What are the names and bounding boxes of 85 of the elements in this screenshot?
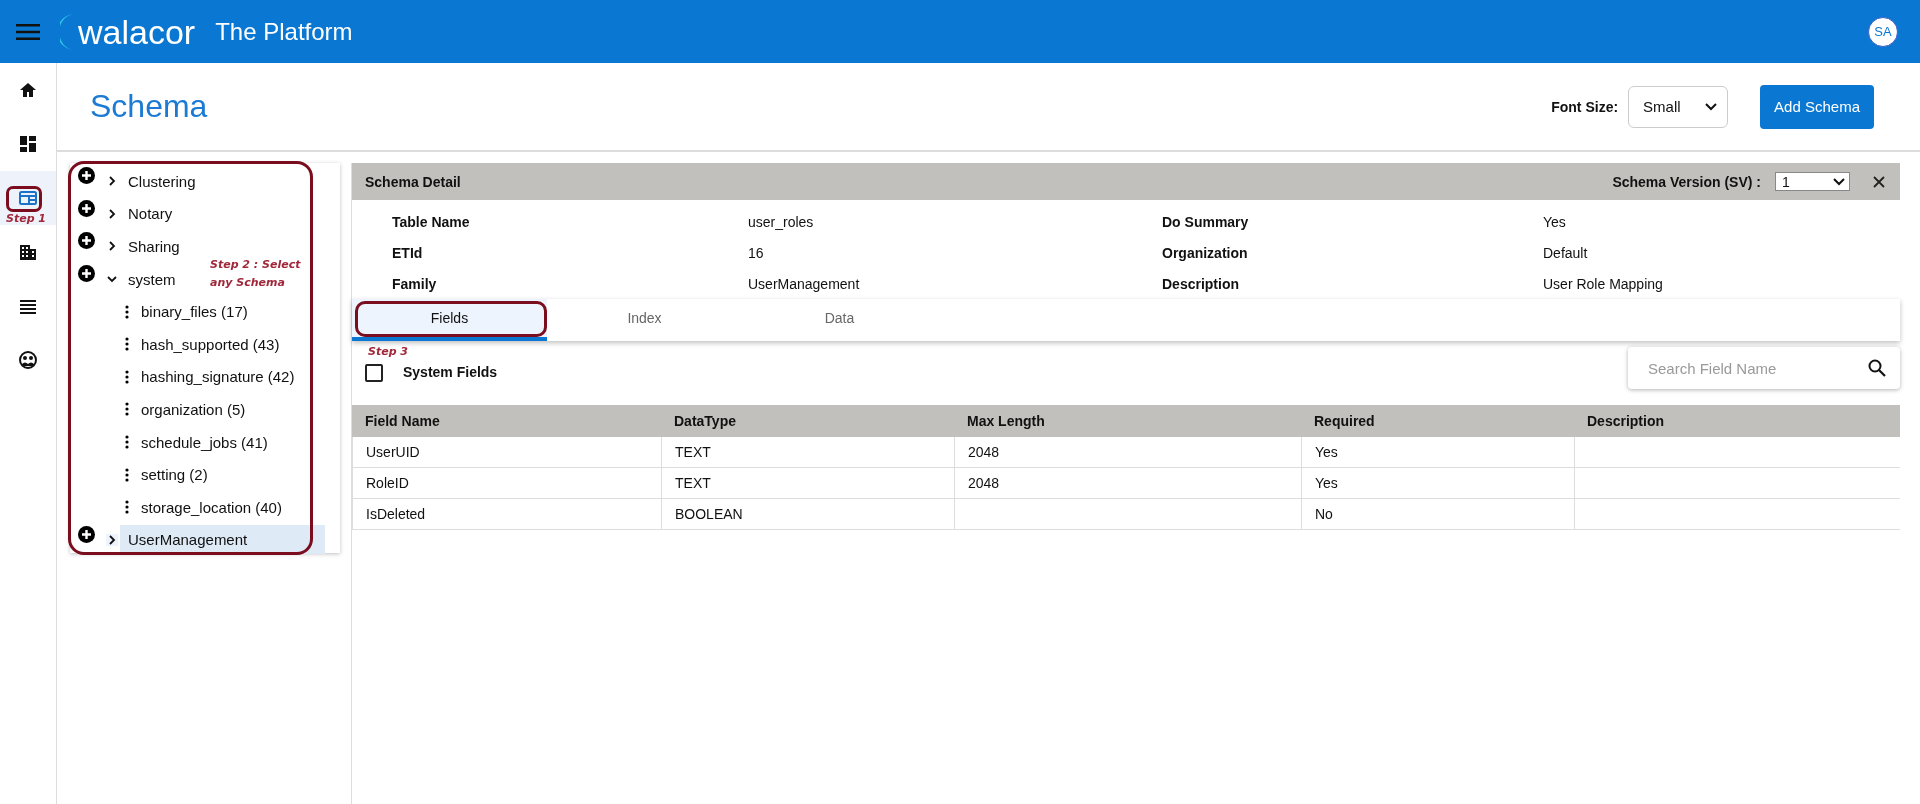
- checkbox[interactable]: [365, 364, 383, 382]
- table-cell: TEXT: [661, 468, 954, 498]
- add-icon[interactable]: [78, 232, 95, 250]
- column-header: Required: [1313, 412, 1376, 431]
- tree-item[interactable]: system: [120, 264, 184, 294]
- more-icon[interactable]: [125, 500, 129, 515]
- table-cell: No: [1301, 499, 1574, 529]
- field-value: Yes: [1543, 212, 1567, 232]
- field-label: Table Name: [392, 212, 471, 232]
- table-cell: Yes: [1301, 468, 1574, 498]
- add-icon[interactable]: [78, 199, 95, 217]
- search-icon: [1868, 359, 1886, 377]
- nav-item[interactable]: Step 1: [0, 171, 56, 225]
- home-icon: [18, 80, 38, 100]
- search-field[interactable]: Search Field Name: [1628, 347, 1900, 389]
- tree-item[interactable]: storage_location (40): [141, 498, 282, 516]
- table-cell: 2048: [954, 468, 1301, 498]
- annotation-label: Step 3: [368, 345, 408, 358]
- more-icon[interactable]: [125, 304, 129, 319]
- chevron-icon[interactable]: [106, 175, 118, 188]
- user-avatar[interactable]: SA: [1868, 16, 1898, 47]
- more-icon[interactable]: [125, 435, 129, 450]
- caret-icon: [1705, 102, 1718, 111]
- add-schema-button[interactable]: Add Schema: [1760, 84, 1874, 129]
- building-icon: [18, 242, 38, 262]
- font-size-label: Font Size:: [1551, 98, 1619, 115]
- chevron-icon[interactable]: [106, 240, 118, 253]
- tree-item[interactable]: hash_supported (43): [141, 335, 280, 353]
- checkbox-label: System Fields: [403, 364, 499, 380]
- field-value: UserManagement: [748, 274, 861, 294]
- tree-item[interactable]: UserManagement: [120, 525, 325, 555]
- more-icon[interactable]: [125, 467, 129, 482]
- tree-item[interactable]: hashing_signature (42): [141, 368, 295, 386]
- more-icon[interactable]: [125, 402, 129, 417]
- annotation-outline: [6, 186, 42, 212]
- annotation-label: Step 1: [6, 212, 46, 225]
- field-value: 16: [748, 243, 765, 263]
- window-icon: [18, 188, 38, 208]
- tree-item[interactable]: binary_files (17): [141, 303, 248, 321]
- add-icon[interactable]: [78, 264, 95, 282]
- tree-item[interactable]: organization (5): [141, 400, 246, 418]
- column-header: Max Length: [966, 412, 1046, 431]
- table-cell: UserUID: [352, 437, 661, 467]
- table-cell: Yes: [1301, 437, 1574, 467]
- tree-item[interactable]: Sharing: [120, 232, 188, 261]
- table-cell: BOOLEAN: [661, 499, 954, 529]
- tree-item[interactable]: schedule_jobs (41): [141, 433, 268, 451]
- more-icon[interactable]: [125, 337, 129, 352]
- field-label: Organization: [1162, 243, 1249, 263]
- font-size-select[interactable]: Small: [1628, 85, 1729, 128]
- caret-icon: [1833, 177, 1845, 186]
- dashboard-icon: [18, 134, 38, 154]
- table-cell: IsDeleted: [352, 499, 661, 529]
- more-icon[interactable]: [125, 369, 129, 384]
- chevron-icon[interactable]: [106, 207, 118, 220]
- table-cell: RoleID: [352, 468, 661, 498]
- close-button[interactable]: [1872, 174, 1886, 189]
- add-icon[interactable]: [78, 525, 95, 543]
- brand-logo: walacor: [77, 11, 196, 52]
- field-value: Default: [1543, 243, 1589, 263]
- tree-item[interactable]: Notary: [120, 199, 181, 229]
- tree-item[interactable]: Clustering: [120, 166, 204, 196]
- field-value: user_roles: [748, 212, 815, 232]
- annotation-label: Step 2 : Select any Schema: [210, 257, 302, 291]
- version-select[interactable]: 1: [1775, 172, 1850, 191]
- add-icon[interactable]: [78, 167, 95, 184]
- field-label: ETId: [392, 243, 424, 263]
- field-value: User Role Mapping: [1543, 274, 1664, 294]
- column-header: DataType: [673, 412, 737, 431]
- app-title: The Platform: [215, 17, 353, 46]
- menu-button[interactable]: [16, 22, 40, 41]
- field-label: Description: [1162, 274, 1240, 294]
- tab[interactable]: Data: [742, 299, 937, 341]
- column-header: Description: [1586, 412, 1665, 431]
- page-title: Schema: [90, 88, 209, 125]
- tab[interactable]: Index: [547, 299, 742, 341]
- field-label: Family: [392, 274, 438, 294]
- table-cell: 2048: [954, 437, 1301, 467]
- field-label: Do Summary: [1162, 212, 1250, 232]
- tree-item[interactable]: setting (2): [141, 466, 208, 484]
- section-title: Schema Detail: [365, 173, 462, 190]
- column-header: Field Name: [364, 412, 441, 431]
- table-cell: TEXT: [661, 437, 954, 467]
- version-label: Schema Version (SV) :: [1612, 173, 1761, 190]
- chevron-icon[interactable]: [106, 533, 118, 546]
